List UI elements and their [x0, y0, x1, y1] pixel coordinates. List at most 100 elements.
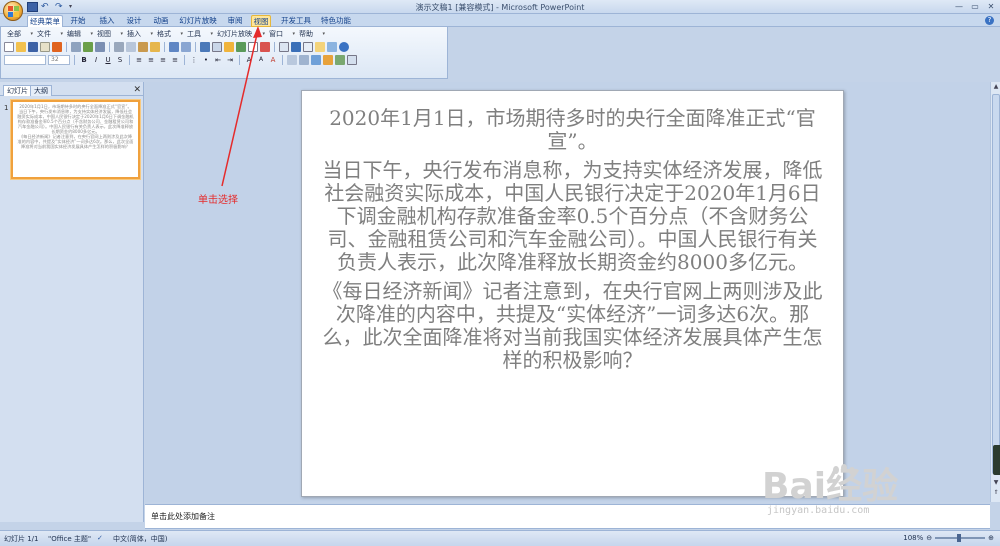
open-icon[interactable]	[16, 42, 26, 52]
maximize-icon[interactable]: ▭	[968, 1, 982, 12]
help-icon[interactable]	[339, 42, 349, 52]
hyperlink-icon[interactable]	[200, 42, 210, 52]
print-preview-icon[interactable]	[71, 42, 81, 52]
redo-icon[interactable]	[181, 42, 191, 52]
shape-fill-icon[interactable]	[311, 55, 321, 65]
design-icon[interactable]	[327, 42, 337, 52]
new-slide-icon[interactable]	[315, 42, 325, 52]
line-spacing-icon[interactable]	[287, 55, 297, 65]
spelling-icon[interactable]	[83, 42, 93, 52]
spellcheck-icon[interactable]: ✓	[97, 534, 103, 542]
tab-review[interactable]: 审阅	[225, 15, 245, 27]
zoom-slider-knob[interactable]	[957, 534, 962, 542]
bullets-icon[interactable]: •	[201, 55, 211, 65]
zoom-level[interactable]: 108%	[903, 534, 923, 542]
new-icon[interactable]	[4, 42, 14, 52]
undo-icon[interactable]	[169, 42, 179, 52]
tab-design[interactable]: 设计	[124, 15, 144, 27]
grow-font-icon[interactable]: A	[244, 55, 254, 65]
print-icon[interactable]	[52, 42, 62, 52]
side-handle[interactable]	[993, 445, 1000, 475]
close-icon[interactable]: ✕	[984, 1, 998, 12]
color-icon[interactable]	[291, 42, 301, 52]
menu-all[interactable]: 全部	[3, 29, 33, 39]
zoom-out-icon[interactable]: ⊖	[926, 534, 932, 542]
language-status[interactable]: 中文(简体，中国)	[113, 534, 167, 544]
save-icon[interactable]	[28, 42, 38, 52]
menu-format[interactable]: 格式	[153, 29, 183, 39]
zoom-in-icon[interactable]: ⊕	[988, 534, 994, 542]
watermark-brand: Bai经验	[762, 466, 898, 507]
research-icon[interactable]	[95, 42, 105, 52]
slide-canvas[interactable]: 2020年1月1日，市场期待多时的央行全面降准正式“官宣”。 当日下午，央行发布…	[301, 90, 844, 497]
previous-slide-icon[interactable]: ⇑	[991, 488, 1000, 498]
menu-view[interactable]: 视图	[93, 29, 123, 39]
align-left-icon[interactable]: ≡	[134, 55, 144, 65]
font-name-combo[interactable]	[4, 55, 46, 65]
tab-insert[interactable]: 插入	[97, 15, 117, 27]
font-color-icon[interactable]: A	[268, 55, 278, 65]
zoom-slider[interactable]	[935, 534, 986, 542]
shadow-button[interactable]: S	[115, 55, 125, 65]
table-icon[interactable]	[212, 42, 222, 52]
tab-outline[interactable]: 大纲	[30, 85, 52, 96]
notes-placeholder: 单击此处添加备注	[151, 512, 215, 521]
shrink-font-icon[interactable]: A	[256, 55, 266, 65]
tab-slides[interactable]: 幻灯片	[3, 85, 32, 96]
tab-classic-menu[interactable]: 经典菜单	[27, 15, 63, 27]
menu-window[interactable]: 窗口	[265, 29, 295, 39]
bold-button[interactable]: B	[79, 55, 89, 65]
paste-icon[interactable]	[138, 42, 148, 52]
numbering-icon[interactable]: ⋮	[189, 55, 199, 65]
arrange-icon[interactable]	[335, 55, 345, 65]
theme-status: "Office 主题"	[48, 535, 92, 543]
vertical-scrollbar[interactable]: ▲ ▼ ⇑	[990, 82, 1000, 502]
email-icon[interactable]	[40, 42, 50, 52]
tab-animation[interactable]: 动画	[151, 15, 171, 27]
tab-developer[interactable]: 开发工具	[280, 15, 312, 27]
close-icon[interactable]: ✕	[133, 85, 141, 95]
tab-home[interactable]: 开始	[68, 15, 88, 27]
menu-file[interactable]: 文件	[33, 29, 63, 39]
menu-edit[interactable]: 编辑	[63, 29, 93, 39]
align-center-icon[interactable]: ≡	[146, 55, 156, 65]
grid-icon[interactable]	[279, 42, 289, 52]
format-painter-icon[interactable]	[150, 42, 160, 52]
tab-slideshow[interactable]: 幻灯片放映	[178, 15, 218, 27]
slide-thumbnail[interactable]: 2020年1月1日，市场期待多时的央行全面降准正式“官宣”。 当日下午，央行发布…	[11, 100, 140, 179]
scroll-down-icon[interactable]: ▼	[991, 478, 1000, 488]
classic-menu-panel: 全部 文件 编辑 视图 插入 格式 工具 幻灯片放映 窗口 帮助	[0, 27, 448, 79]
zoom-icon[interactable]	[303, 42, 313, 52]
slide-paragraph-1[interactable]: 2020年1月1日，市场期待多时的央行全面降准正式“官宣”。	[322, 107, 823, 153]
tab-view[interactable]: 视图	[251, 15, 271, 27]
copy-icon[interactable]	[126, 42, 136, 52]
italic-button[interactable]: I	[91, 55, 101, 65]
menu-slideshow[interactable]: 幻灯片放映	[213, 29, 265, 39]
tab-features[interactable]: 特色功能	[320, 15, 352, 27]
slide-paragraph-3[interactable]: 《每日经济新闻》记者注意到，在央行官网上两则涉及此次降准的内容中，共提及“实体经…	[322, 280, 823, 372]
chart-icon[interactable]	[224, 42, 234, 52]
minimize-icon[interactable]: —	[952, 1, 966, 12]
text-direction-icon[interactable]	[299, 55, 309, 65]
textbox-icon[interactable]	[248, 42, 258, 52]
menu-help[interactable]: 帮助	[295, 29, 325, 39]
office-button[interactable]	[3, 1, 23, 21]
menu-tools[interactable]: 工具	[183, 29, 213, 39]
shape-outline-icon[interactable]	[323, 55, 333, 65]
align-right-icon[interactable]: ≡	[158, 55, 168, 65]
quick-styles-icon[interactable]	[347, 55, 357, 65]
slide-paragraph-2[interactable]: 当日下午，央行发布消息称，为支持实体经济发展，降低社会融资实际成本，中国人民银行…	[322, 159, 823, 274]
font-size-combo[interactable]: 32	[48, 55, 70, 65]
indent-increase-icon[interactable]: ⇥	[225, 55, 235, 65]
watermark-url: jingyan.baidu.com	[767, 505, 870, 516]
justify-icon[interactable]: ≡	[170, 55, 180, 65]
help-icon[interactable]: ?	[985, 16, 994, 25]
picture-icon[interactable]	[236, 42, 246, 52]
menu-insert[interactable]: 插入	[123, 29, 153, 39]
indent-decrease-icon[interactable]: ⇤	[213, 55, 223, 65]
scrollbar-thumb[interactable]	[992, 94, 1000, 474]
wordart-icon[interactable]	[260, 42, 270, 52]
underline-button[interactable]: U	[103, 55, 113, 65]
cut-icon[interactable]	[114, 42, 124, 52]
scroll-up-icon[interactable]: ▲	[991, 82, 1000, 92]
